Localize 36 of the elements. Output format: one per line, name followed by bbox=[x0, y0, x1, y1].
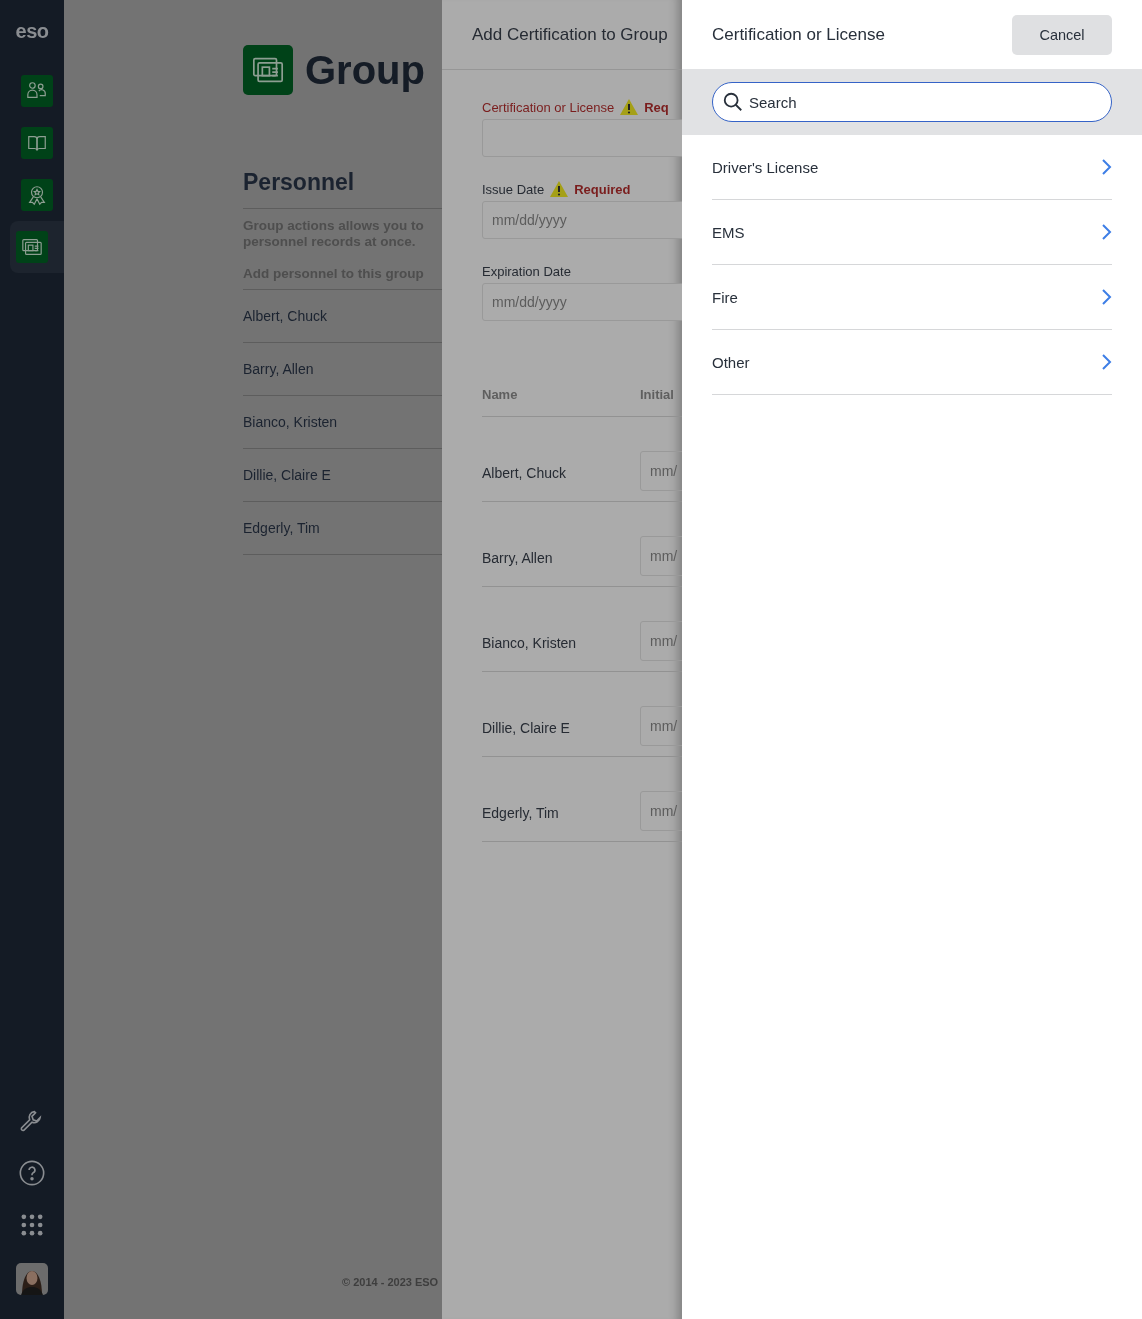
picker-title: Certification or License bbox=[712, 24, 885, 45]
search-field[interactable]: Search bbox=[712, 82, 1112, 122]
field-label: Certification or License bbox=[482, 99, 615, 115]
id-cards-icon bbox=[243, 45, 293, 95]
warning-icon bbox=[619, 98, 640, 116]
field-label: Expiration Date bbox=[482, 263, 571, 279]
id-cards-icon bbox=[21, 236, 43, 258]
table-cell-text: Barry, Allen bbox=[482, 550, 554, 568]
column-header: Initial bbox=[640, 387, 674, 404]
warning-icon bbox=[549, 180, 570, 198]
eso-logo: eso bbox=[15, 20, 49, 43]
category-item[interactable]: Other bbox=[712, 330, 1112, 395]
table-cell-text: Albert, Chuck bbox=[482, 465, 568, 483]
chevron-right-icon bbox=[1100, 288, 1112, 306]
category-item[interactable]: Fire bbox=[712, 265, 1112, 330]
table-cell-text: Edgerly, Tim bbox=[482, 805, 560, 823]
field-label: Issue Date bbox=[482, 181, 545, 197]
table-cell-text: Bianco, Kristen bbox=[482, 635, 578, 653]
chevron-right-icon bbox=[1100, 223, 1112, 241]
panel-title: Add Certification to Group bbox=[472, 24, 668, 45]
table-cell-text: Dillie, Claire E bbox=[482, 720, 571, 738]
help-icon[interactable] bbox=[18, 1159, 46, 1187]
cancel-button[interactable]: Cancel bbox=[1012, 14, 1112, 55]
category-item[interactable]: Driver's License bbox=[712, 135, 1112, 200]
input-field[interactable]: mm/dd/yyyy bbox=[482, 283, 682, 321]
chevron-right-icon bbox=[1100, 158, 1112, 176]
required-text: Required bbox=[574, 181, 631, 197]
input-field[interactable]: mm/dd/yyyy bbox=[482, 201, 682, 239]
chevron-right-icon bbox=[1100, 353, 1112, 371]
page-title: Group bbox=[305, 47, 425, 93]
category-item[interactable]: EMS bbox=[712, 200, 1112, 265]
required-text: Req bbox=[644, 99, 669, 115]
ribbon-icon bbox=[26, 184, 48, 206]
column-header: Name bbox=[482, 387, 519, 404]
nav-item[interactable] bbox=[10, 221, 64, 273]
search-icon bbox=[722, 91, 744, 113]
